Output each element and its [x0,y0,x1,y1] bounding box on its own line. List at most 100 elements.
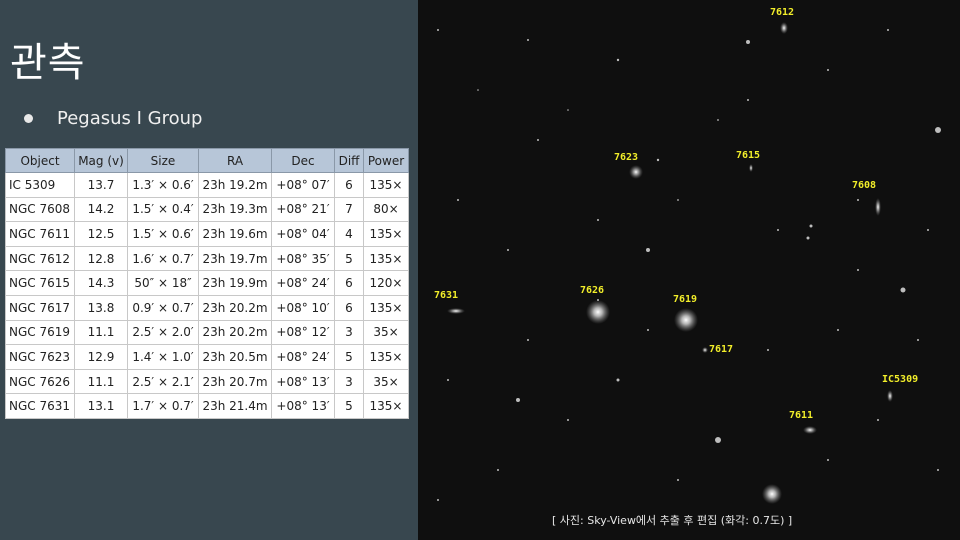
table-row: NGC 7612 12.8 1.6′ × 0.7′ 23h 19.7m +08°… [5,245,409,272]
cell-size: 1.6′ × 0.7′ [127,245,199,272]
cell-power: 135× [363,344,409,370]
cell-object: NGC 7615 [5,270,75,296]
cell-power: 35× [363,368,409,395]
cell-power: 135× [363,245,409,272]
cell-dec: +08° 24′ [271,270,335,296]
cell-diff: 7 [334,196,364,223]
label-ic5309: IC5309 [882,374,918,385]
table-row: NGC 7617 13.8 0.9′ × 0.7′ 23h 20.2m +08°… [5,294,409,321]
header-power: Power [363,148,409,173]
cell-dec: +08° 35′ [271,245,335,272]
cell-mag: 11.1 [74,319,128,346]
table-row: NGC 7626 11.1 2.5′ × 2.1′ 23h 20.7m +08°… [5,368,409,395]
cell-power: 135× [363,172,409,198]
cell-diff: 5 [334,344,364,370]
label-7612: 7612 [770,7,794,18]
cell-ra: 23h 19.2m [198,172,272,198]
table-row: NGC 7615 14.3 50″ × 18″ 23h 19.9m +08° 2… [5,270,409,296]
cell-ra: 23h 20.5m [198,344,272,370]
header-object: Object [5,148,75,173]
table-row: NGC 7631 13.1 1.7′ × 0.7′ 23h 21.4m +08°… [5,393,409,419]
cell-power: 135× [363,294,409,321]
cell-mag: 14.3 [74,270,128,296]
cell-size: 0.9′ × 0.7′ [127,294,199,321]
cell-dec: +08° 13′ [271,368,335,395]
cell-mag: 12.9 [74,344,128,370]
header-size: Size [127,148,199,173]
label-7615: 7615 [736,150,760,161]
cell-dec: +08° 10′ [271,294,335,321]
cell-power: 35× [363,319,409,346]
cell-diff: 5 [334,393,364,419]
bullet-text: Pegasus I Group [57,108,203,129]
left-panel: 관측 Pegasus I Group Object Mag (v) Size R… [0,0,418,540]
cell-size: 2.5′ × 2.0′ [127,319,199,346]
slide-title: 관측 [10,40,86,86]
table-row: NGC 7611 12.5 1.5′ × 0.6′ 23h 19.6m +08°… [5,221,409,247]
bullet-item: Pegasus I Group [24,108,202,129]
bullet-icon [24,114,33,123]
cell-dec: +08° 13′ [271,393,335,419]
sky-photo: 7612 7623 7615 7608 7631 7626 7619 7617 … [418,0,960,540]
cell-size: 1.5′ × 0.6′ [127,221,199,247]
table-row: NGC 7623 12.9 1.4′ × 1.0′ 23h 20.5m +08°… [5,344,409,370]
cell-ra: 23h 19.6m [198,221,272,247]
label-7617: 7617 [709,344,733,355]
cell-dec: +08° 24′ [271,344,335,370]
observation-table: Object Mag (v) Size RA Dec Diff Power IC… [5,148,409,419]
cell-mag: 12.5 [74,221,128,247]
header-mag: Mag (v) [74,148,128,173]
cell-dec: +08° 07′ [271,172,335,198]
table-row: IC 5309 13.7 1.3′ × 0.6′ 23h 19.2m +08° … [5,172,409,198]
cell-diff: 3 [334,368,364,395]
cell-ra: 23h 20.7m [198,368,272,395]
cell-diff: 6 [334,294,364,321]
label-7611: 7611 [789,410,813,421]
cell-object: NGC 7626 [5,368,75,395]
cell-object: NGC 7631 [5,393,75,419]
label-7623: 7623 [614,152,638,163]
cell-mag: 12.8 [74,245,128,272]
cell-diff: 4 [334,221,364,247]
cell-dec: +08° 04′ [271,221,335,247]
photo-caption: [ 사진: Sky-View에서 추출 후 편집 (화각: 0.7도) ] [552,514,793,527]
cell-mag: 13.8 [74,294,128,321]
label-7631: 7631 [434,290,458,301]
cell-ra: 23h 21.4m [198,393,272,419]
cell-object: NGC 7608 [5,196,75,223]
header-ra: RA [198,148,272,173]
cell-diff: 5 [334,245,364,272]
cell-ra: 23h 19.3m [198,196,272,223]
cell-power: 120× [363,270,409,296]
cell-object: NGC 7612 [5,245,75,272]
table-header-row: Object Mag (v) Size RA Dec Diff Power [5,148,409,173]
cell-size: 1.5′ × 0.4′ [127,196,199,223]
cell-dec: +08° 12′ [271,319,335,346]
cell-diff: 6 [334,270,364,296]
cell-size: 1.3′ × 0.6′ [127,172,199,198]
header-diff: Diff [334,148,364,173]
cell-diff: 3 [334,319,364,346]
star-field: 7612 7623 7615 7608 7631 7626 7619 7617 … [418,0,960,540]
table-row: NGC 7619 11.1 2.5′ × 2.0′ 23h 20.2m +08°… [5,319,409,346]
cell-object: NGC 7611 [5,221,75,247]
header-dec: Dec [271,148,335,173]
cell-ra: 23h 20.2m [198,294,272,321]
cell-object: NGC 7623 [5,344,75,370]
table-row: NGC 7608 14.2 1.5′ × 0.4′ 23h 19.3m +08°… [5,196,409,223]
cell-diff: 6 [334,172,364,198]
cell-size: 2.5′ × 2.1′ [127,368,199,395]
cell-mag: 13.1 [74,393,128,419]
cell-mag: 14.2 [74,196,128,223]
label-7626: 7626 [580,285,604,296]
cell-ra: 23h 19.9m [198,270,272,296]
cell-mag: 11.1 [74,368,128,395]
cell-size: 1.4′ × 1.0′ [127,344,199,370]
cell-size: 1.7′ × 0.7′ [127,393,199,419]
cell-object: NGC 7619 [5,319,75,346]
cell-size: 50″ × 18″ [127,270,199,296]
cell-object: NGC 7617 [5,294,75,321]
cell-mag: 13.7 [74,172,128,198]
label-7608: 7608 [852,180,876,191]
cell-dec: +08° 21′ [271,196,335,223]
